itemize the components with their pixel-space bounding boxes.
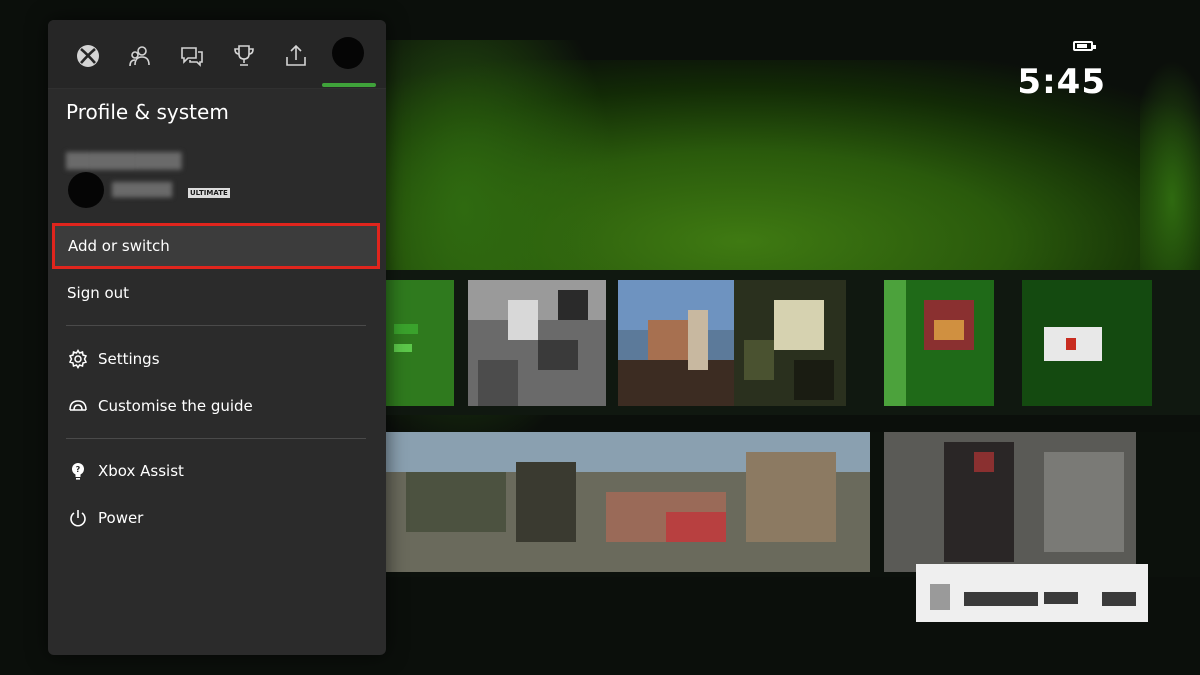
xbox-assist-button[interactable]: ? Xbox Assist <box>52 449 382 493</box>
power-label: Power <box>98 509 144 527</box>
trophy-icon <box>234 45 254 66</box>
power-button[interactable]: Power <box>52 496 382 540</box>
recent-row <box>386 432 1200 577</box>
chat-icon <box>181 47 203 67</box>
game-tile-3[interactable] <box>618 280 734 406</box>
customise-guide-icon <box>67 395 89 417</box>
clock: 5:45 <box>1017 62 1106 102</box>
game-tile-2[interactable] <box>468 280 606 406</box>
xbox-logo-icon <box>77 45 99 67</box>
game-tiles-row <box>386 270 1200 415</box>
lightbulb-icon: ? <box>67 460 89 482</box>
gamertag-redacted: ██████████ <box>66 152 182 170</box>
panel-title: Profile & system <box>66 100 229 124</box>
divider <box>66 438 366 439</box>
gear-icon <box>67 348 89 370</box>
customise-guide-label: Customise the guide <box>98 397 253 415</box>
tab-home[interactable] <box>68 36 108 76</box>
ultimate-badge: ULTIMATE <box>188 188 230 198</box>
game-tile-6[interactable] <box>1022 280 1152 406</box>
game-tile-5[interactable] <box>884 280 994 406</box>
active-tab-indicator <box>322 83 376 87</box>
settings-label: Settings <box>98 350 160 368</box>
svg-text:?: ? <box>76 465 81 474</box>
notification-toast[interactable] <box>916 564 1148 622</box>
battery-icon <box>1073 41 1096 51</box>
add-or-switch-button[interactable]: Add or switch <box>52 223 380 269</box>
sign-out-button[interactable]: Sign out <box>52 271 382 315</box>
tab-chat[interactable] <box>172 36 212 76</box>
settings-button[interactable]: Settings <box>52 337 382 381</box>
add-or-switch-label: Add or switch <box>68 237 170 255</box>
tab-profile-system[interactable] <box>332 37 364 69</box>
recent-tile-2[interactable] <box>884 432 1136 572</box>
tab-people[interactable] <box>120 36 160 76</box>
tab-capture-share[interactable] <box>276 36 316 76</box>
guide-tab-bar <box>48 20 386 89</box>
sign-out-label: Sign out <box>67 284 130 302</box>
recent-tile-1[interactable] <box>386 432 870 572</box>
game-tile-1[interactable] <box>386 280 454 406</box>
divider <box>66 325 366 326</box>
customise-guide-button[interactable]: Customise the guide <box>52 384 382 428</box>
share-icon <box>286 44 306 66</box>
xbox-assist-label: Xbox Assist <box>98 462 184 480</box>
power-icon <box>67 507 89 529</box>
guide-panel: Profile & system ██████████ ██████ ULTIM… <box>48 20 386 655</box>
people-icon <box>129 46 150 67</box>
real-name-redacted: ██████ <box>112 183 172 198</box>
avatar[interactable] <box>68 172 104 208</box>
tab-achievements[interactable] <box>224 36 264 76</box>
game-tile-4[interactable] <box>734 280 846 406</box>
